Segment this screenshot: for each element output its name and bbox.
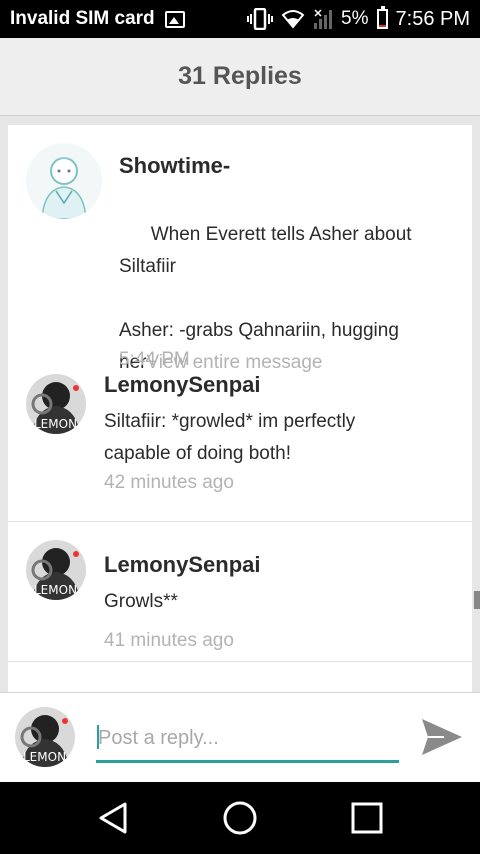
vibrate-icon — [247, 8, 274, 30]
reply-input[interactable] — [96, 717, 399, 763]
user-avatar[interactable] — [26, 143, 102, 219]
send-icon — [422, 719, 462, 755]
recents-icon — [351, 802, 383, 834]
carrier-label: Invalid SIM card — [10, 8, 155, 29]
svg-text:LEMON: LEMON — [23, 750, 66, 764]
status-icons: 5% 7:56 PM — [247, 6, 470, 31]
reply-items: LEMON LemonySenpai Siltafiir: *growled* … — [8, 372, 472, 692]
replies-list[interactable]: Showtime- When Everett tells Asher about… — [0, 117, 480, 692]
reply-composer: LEMON — [0, 692, 480, 782]
svg-text:LEMON: LEMON — [34, 583, 77, 597]
message-username[interactable]: Showtime- — [119, 153, 230, 179]
reply-username[interactable]: LemonySenpai — [104, 372, 260, 398]
send-button[interactable] — [420, 717, 464, 757]
image-icon — [164, 10, 185, 28]
user-avatar[interactable]: LEMON — [26, 374, 86, 434]
list-item[interactable] — [8, 662, 472, 692]
back-icon — [99, 802, 127, 834]
app-header: 31 Replies — [0, 38, 480, 116]
text-cursor — [97, 725, 99, 749]
scrollbar-thumb[interactable] — [474, 591, 480, 609]
reply-text: Siltafiir: *growled* im perfectly capabl… — [104, 411, 361, 464]
list-item[interactable]: LEMON LemonySenpai Growls** 41 minutes a… — [8, 522, 472, 662]
recents-button[interactable] — [347, 798, 387, 838]
back-button[interactable] — [93, 798, 133, 838]
status-bar: Invalid SIM card 5% 7:56 PM — [0, 0, 480, 38]
parent-message-card[interactable]: Showtime- When Everett tells Asher about… — [8, 125, 472, 392]
page-title: 31 Replies — [178, 62, 302, 90]
wifi-icon — [281, 9, 305, 29]
reply-username[interactable]: LemonySenpai — [104, 552, 260, 578]
list-item[interactable]: LEMON LemonySenpai Siltafiir: *growled* … — [8, 372, 472, 522]
reply-timestamp: 42 minutes ago — [104, 472, 234, 493]
message-timestamp: 5:44 PM — [119, 349, 190, 370]
current-user-avatar: LEMON — [15, 707, 75, 767]
signal-icon — [313, 8, 333, 30]
system-nav-bar — [0, 782, 480, 854]
reply-timestamp: 41 minutes ago — [104, 630, 234, 651]
clock: 7:56 PM — [395, 7, 470, 30]
home-button[interactable] — [220, 798, 260, 838]
svg-text:LEMON: LEMON — [34, 417, 77, 431]
home-icon — [223, 801, 257, 835]
user-avatar[interactable]: LEMON — [26, 540, 86, 600]
reply-text: Growls** — [104, 591, 178, 612]
battery-percent: 5% — [341, 8, 369, 29]
battery-icon — [376, 6, 388, 29]
